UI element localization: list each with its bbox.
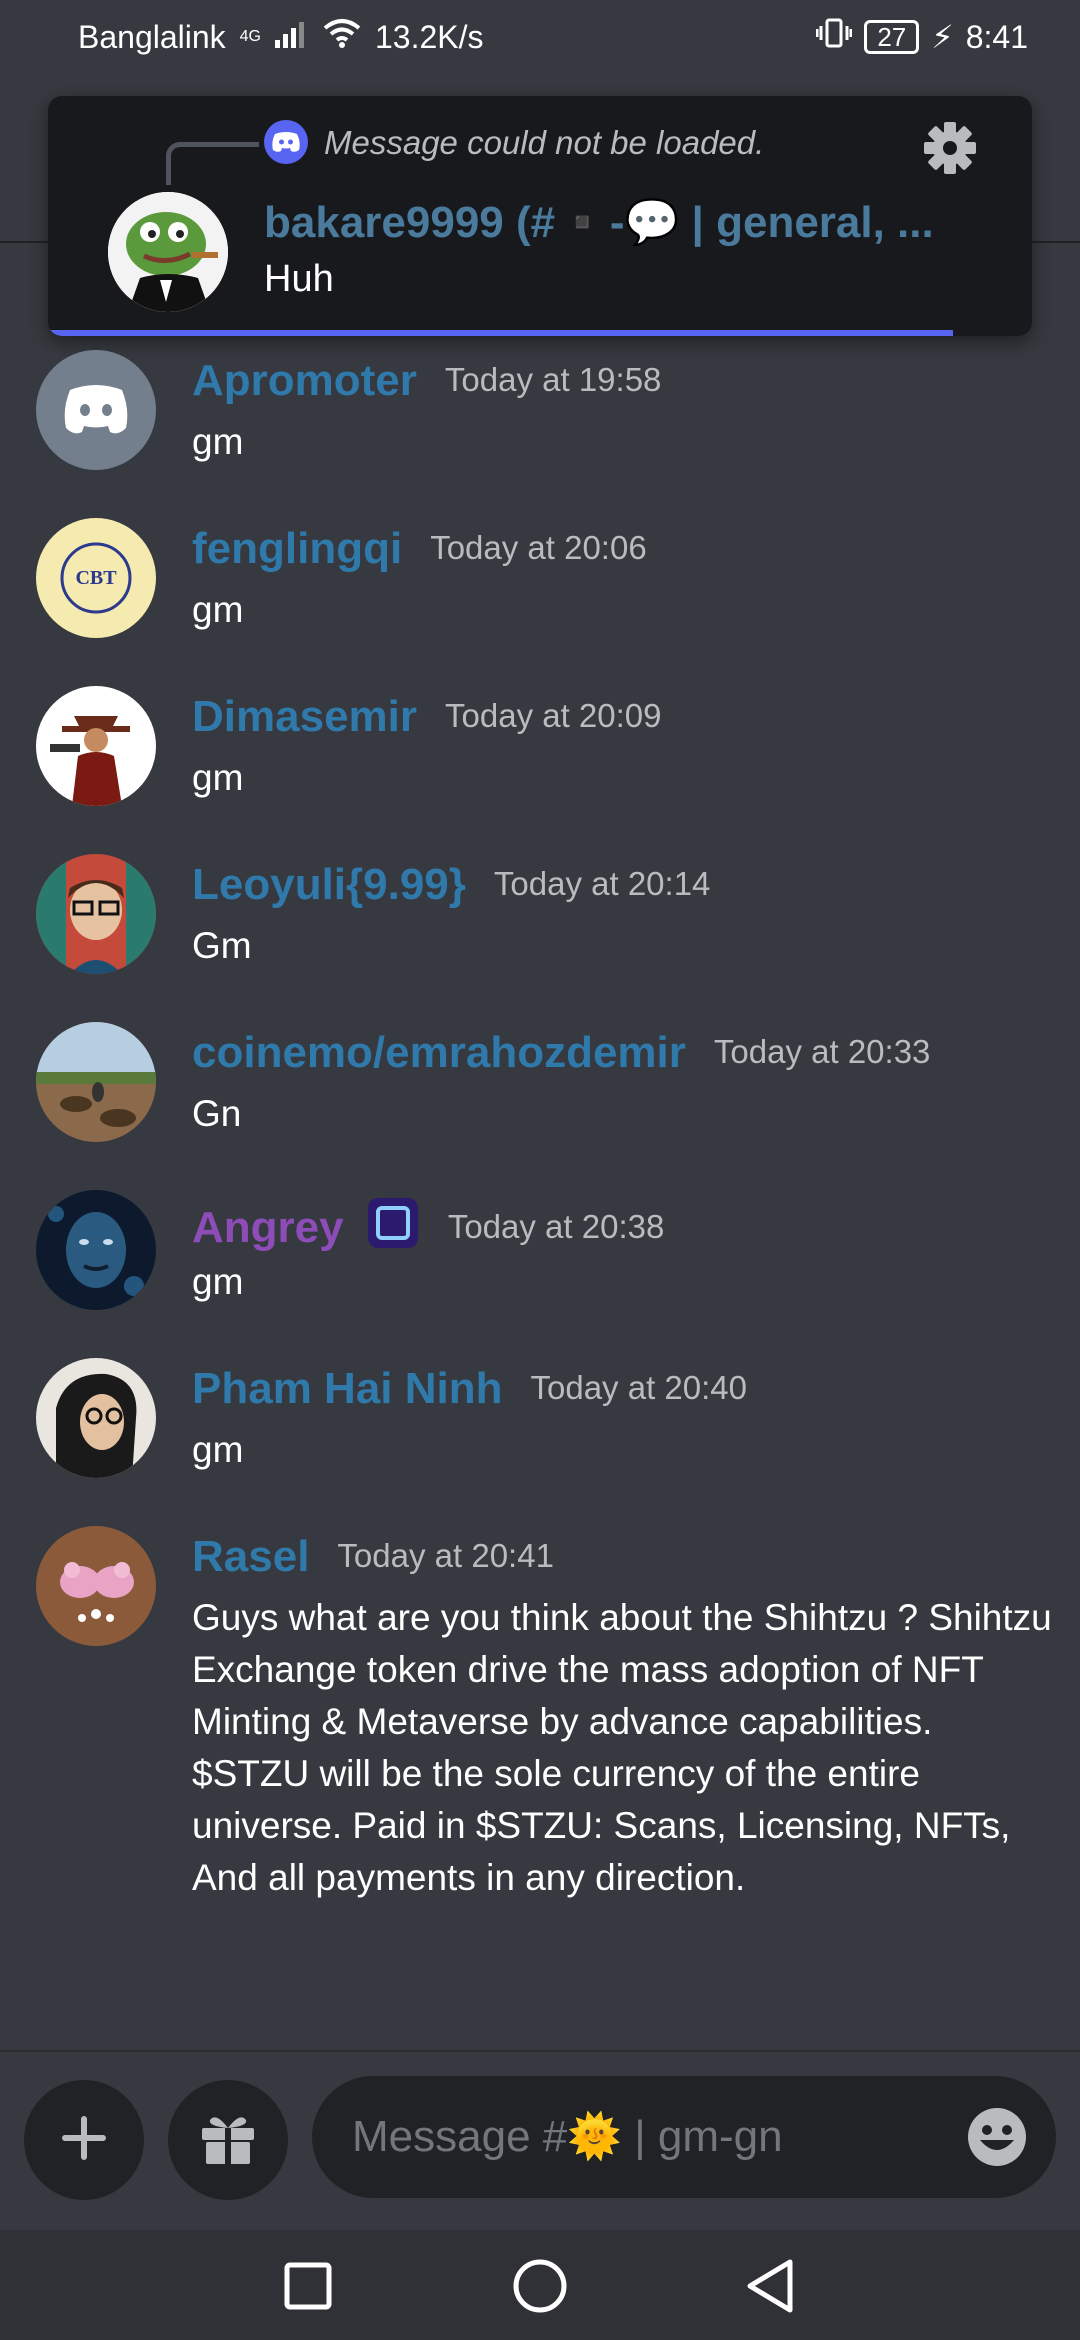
avatar[interactable] [36,350,156,470]
message-text: gm [192,589,244,630]
discord-icon [264,120,308,164]
signal-icon [275,19,309,56]
avatar [108,192,228,312]
notification-progress [48,330,954,336]
author-name[interactable]: Leoyuli{9.99} Today at 20:14 [192,860,710,910]
message-text: Guys what are you think about the Shihtz… [192,1597,1052,1898]
author-name[interactable]: Apromoter Today at 19:58 [192,356,661,406]
message-text: gm [192,1261,244,1302]
message-input[interactable]: Message #🌞 | gm-gn [312,2076,1056,2198]
message-time: Today at 20:40 [530,1369,748,1406]
gift-icon [198,2110,258,2171]
message-time: Today at 20:41 [337,1537,554,1574]
charging-icon: ⚡ [931,19,954,55]
wifi-icon [323,18,361,56]
carrier-name: Banglalink [78,18,226,55]
triangle-back-icon[interactable] [738,2254,802,2318]
author-name[interactable]: Angrey Today at 20:38 [192,1196,664,1261]
message-time: Today at 20:06 [430,529,647,566]
status-bar: Banglalink 4G 13.2K/s 27 ⚡ 8:41 [0,0,1080,76]
author-name[interactable]: coinemo/emrahozdemir Today at 20:33 [192,1028,930,1078]
square-icon[interactable] [276,2254,340,2318]
message-time: Today at 20:09 [445,697,662,734]
notification-body: Huh [264,258,334,300]
clock: 8:41 [965,18,1028,55]
author-name[interactable]: Rasel Today at 20:41 [192,1532,554,1582]
role-badge-icon [366,1196,420,1261]
reply-connector [166,142,259,185]
author-name[interactable]: Dimasemir Today at 20:09 [192,692,662,742]
author-name[interactable]: fenglingqi Today at 20:06 [192,524,647,574]
avatar[interactable] [36,854,156,974]
message-text: gm [192,757,244,798]
message-text: Gn [192,1093,242,1134]
message-time: Today at 20:33 [713,1033,931,1070]
message-text: Gm [192,925,252,966]
battery-level: 27 [864,20,920,54]
emoji-icon[interactable] [966,2106,1028,2168]
vibrate-icon [815,18,853,56]
avatar[interactable] [36,1526,156,1646]
svg-text:CBT: CBT [75,567,117,589]
gift-button[interactable] [168,2080,288,2200]
message-notification[interactable]: Message could not be loaded. bakare9999 … [48,96,1032,336]
avatar[interactable]: CBT [36,518,156,638]
notification-title: bakare9999 (#▪️-💬 | general, ... [264,198,934,247]
message-time: Today at 19:58 [444,361,662,398]
message-text: gm [192,421,244,462]
circle-icon[interactable] [508,2254,572,2318]
message-text: gm [192,1429,244,1470]
plus-icon [61,2115,107,2166]
avatar[interactable] [36,686,156,806]
avatar[interactable] [36,1190,156,1310]
message-placeholder: Message #🌞 | gm-gn [352,2112,783,2161]
network-speed: 13.2K/s [375,18,484,55]
add-attachment-button[interactable] [24,2080,144,2200]
avatar[interactable] [36,1022,156,1142]
message-time: Today at 20:14 [493,865,711,902]
gear-icon[interactable] [920,118,980,178]
avatar[interactable] [36,1358,156,1478]
message-time: Today at 20:38 [447,1208,665,1245]
author-name[interactable]: Pham Hai Ninh Today at 20:40 [192,1364,747,1414]
network-type: 4G [239,28,261,45]
referenced-message: Message could not be loaded. [324,124,765,161]
